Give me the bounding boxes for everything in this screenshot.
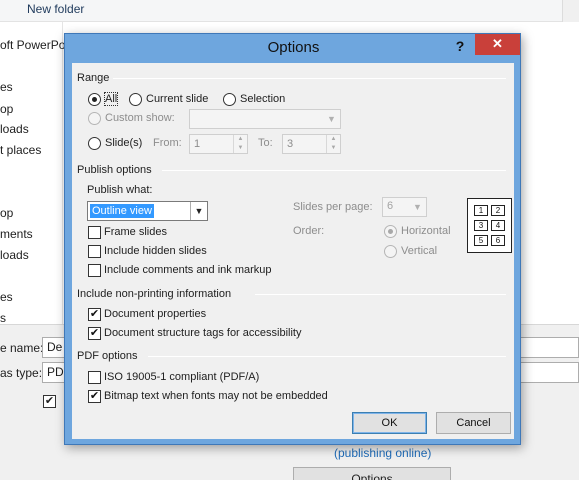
sidebar-item[interactable]: es xyxy=(0,80,13,94)
close-button[interactable]: ✕ xyxy=(475,34,520,55)
publish-what-select[interactable]: Outline view ▼ xyxy=(87,201,208,221)
background-checkbox[interactable]: ✔ xyxy=(43,395,56,408)
range-selection-label[interactable]: Selection xyxy=(240,93,285,105)
range-section-title: Range xyxy=(77,72,110,84)
spin-down-icon[interactable]: ▼ xyxy=(327,144,340,153)
range-slides-label[interactable]: Slide(s) xyxy=(105,137,142,149)
order-vertical-radio[interactable] xyxy=(384,245,397,258)
publishing-online-link[interactable]: (publishing online) xyxy=(334,446,431,460)
iso-compliant-label[interactable]: ISO 19005-1 compliant (PDF/A) xyxy=(104,371,259,383)
sidebar-item[interactable]: oft PowerPo xyxy=(0,38,65,52)
include-comments-checkbox[interactable] xyxy=(88,264,101,277)
file-name-input-end[interactable] xyxy=(520,337,579,358)
range-to-label: To: xyxy=(258,137,273,149)
publish-separator xyxy=(162,170,506,171)
nonprinting-separator xyxy=(255,294,506,295)
document-properties-label[interactable]: Document properties xyxy=(104,308,206,320)
order-horizontal-radio[interactable] xyxy=(384,225,397,238)
range-custom-show-label: Custom show: xyxy=(105,112,175,124)
chevron-down-icon: ▼ xyxy=(327,114,336,124)
range-all-label[interactable]: All xyxy=(103,92,119,106)
page-layout-preview: 1 2 3 4 5 6 xyxy=(467,198,512,253)
pdf-section-title: PDF options xyxy=(77,350,138,362)
structure-tags-label[interactable]: Document structure tags for accessibilit… xyxy=(104,327,301,339)
frame-slides-checkbox[interactable] xyxy=(88,226,101,239)
sidebar-item[interactable]: s xyxy=(0,311,6,325)
save-as-type-select-end[interactable] xyxy=(520,362,579,383)
range-from-label: From: xyxy=(153,137,182,149)
range-custom-show-radio[interactable] xyxy=(88,112,101,125)
range-from-spin-buttons[interactable]: ▲ ▼ xyxy=(233,135,247,153)
slides-per-page-select[interactable]: 6 ▼ xyxy=(382,197,427,217)
publish-section-title: Publish options xyxy=(77,164,152,176)
sidebar-item[interactable]: loads xyxy=(0,248,29,262)
file-name-label: e name: xyxy=(0,341,44,355)
range-to-spinner[interactable]: 3 ▲ ▼ xyxy=(282,134,341,154)
nonprinting-section-title: Include non-printing information xyxy=(77,288,232,300)
sidebar-item[interactable]: loads xyxy=(0,122,29,136)
include-hidden-label[interactable]: Include hidden slides xyxy=(104,245,207,257)
include-comments-label[interactable]: Include comments and ink markup xyxy=(104,264,272,276)
range-all-radio[interactable] xyxy=(88,93,101,106)
ok-button[interactable]: OK xyxy=(352,412,427,434)
include-hidden-checkbox[interactable] xyxy=(88,245,101,258)
custom-show-select[interactable]: ▼ xyxy=(189,109,341,129)
preview-slide: 3 xyxy=(474,220,488,231)
bitmap-text-checkbox[interactable]: ✔ xyxy=(88,390,101,403)
range-from-spinner[interactable]: 1 ▲ ▼ xyxy=(189,134,248,154)
range-to-value: 3 xyxy=(287,138,294,150)
bitmap-text-label[interactable]: Bitmap text when fonts may not be embedd… xyxy=(104,390,328,402)
order-horizontal-label: Horizontal xyxy=(401,225,451,237)
range-selection-radio[interactable] xyxy=(223,93,236,106)
sidebar-item[interactable]: op xyxy=(0,206,13,220)
sidebar-item[interactable]: op xyxy=(0,102,13,116)
spin-up-icon[interactable]: ▲ xyxy=(327,135,340,144)
pdf-separator xyxy=(148,356,506,357)
chevron-down-icon: ▼ xyxy=(413,202,422,212)
close-icon: ✕ xyxy=(492,36,503,51)
cancel-button[interactable]: Cancel xyxy=(436,412,511,434)
chevron-down-icon[interactable]: ▼ xyxy=(190,202,207,220)
iso-compliant-checkbox[interactable] xyxy=(88,371,101,384)
frame-slides-label[interactable]: Frame slides xyxy=(104,226,167,238)
dialog-body: Range All Current slide Selection Custom… xyxy=(72,63,514,439)
range-separator xyxy=(113,78,506,79)
background-scrollbar[interactable] xyxy=(562,0,579,22)
publish-what-value: Outline view xyxy=(90,204,154,218)
sidebar-item[interactable]: es xyxy=(0,290,13,304)
publish-what-label: Publish what: xyxy=(87,184,153,196)
range-slides-radio[interactable] xyxy=(88,137,101,150)
range-from-value: 1 xyxy=(194,138,201,150)
structure-tags-checkbox[interactable]: ✔ xyxy=(88,327,101,340)
spin-down-icon[interactable]: ▼ xyxy=(234,144,247,153)
options-dialog: Options ? ✕ Range All Current slide Sele… xyxy=(64,33,521,445)
background-file-pane xyxy=(517,22,579,324)
preview-slide: 5 xyxy=(474,235,488,246)
slides-per-page-value: 6 xyxy=(387,200,394,212)
background-sidebar: oft PowerPo es op loads t places op ment… xyxy=(0,22,65,325)
order-label: Order: xyxy=(293,225,325,237)
range-to-spin-buttons[interactable]: ▲ ▼ xyxy=(326,135,340,153)
save-as-type-label: as type: xyxy=(0,366,43,380)
help-icon[interactable]: ? xyxy=(449,36,471,56)
background-options-button[interactable]: Options xyxy=(293,467,451,480)
range-current-slide-label[interactable]: Current slide xyxy=(146,93,208,105)
sidebar-item[interactable]: ments xyxy=(0,227,33,241)
slides-per-page-label: Slides per page: xyxy=(293,201,373,213)
preview-slide: 2 xyxy=(491,205,505,216)
spin-up-icon[interactable]: ▲ xyxy=(234,135,247,144)
preview-slide: 6 xyxy=(491,235,505,246)
background-toolbar: New folder xyxy=(0,0,579,22)
order-vertical-label: Vertical xyxy=(401,245,438,257)
document-properties-checkbox[interactable]: ✔ xyxy=(88,308,101,321)
preview-slide: 4 xyxy=(491,220,505,231)
new-folder-button[interactable]: New folder xyxy=(27,2,84,16)
preview-slide: 1 xyxy=(474,205,488,216)
sidebar-item[interactable]: t places xyxy=(0,143,41,157)
range-current-slide-radio[interactable] xyxy=(129,93,142,106)
